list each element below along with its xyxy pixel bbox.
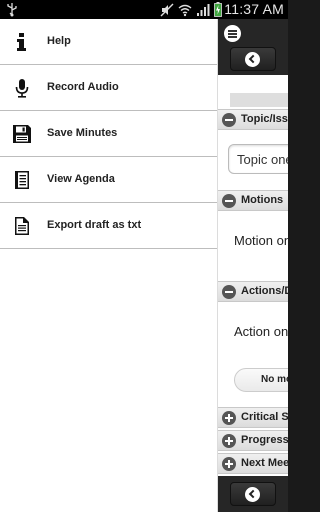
signal-icon (197, 3, 210, 16)
no-more-button-label: No more (261, 374, 288, 385)
drawer-item-help[interactable]: Help (0, 19, 217, 65)
chevron-left-icon (245, 52, 260, 67)
section-motions-body: Motion one (218, 211, 288, 281)
topic-field[interactable]: Topic one (228, 144, 288, 174)
action-text[interactable]: Action one (234, 324, 288, 339)
section-critical-title: Critical Success (241, 411, 288, 423)
drawer-item-record-audio[interactable]: Record Audio (0, 65, 217, 111)
section-motions-title: Motions (241, 194, 284, 206)
section-next-meeting-header[interactable]: Next Meeting (218, 453, 288, 474)
section-actions-title: Actions/Decisions (241, 285, 288, 297)
no-more-button[interactable]: No more (234, 368, 288, 392)
section-motions-header[interactable]: Motions (218, 190, 288, 211)
section-actions-body: Action one No more (218, 302, 288, 407)
expand-icon (222, 411, 236, 425)
usb-icon (7, 3, 17, 17)
status-bar: 11:37 AM (0, 0, 288, 19)
section-progress-title: Progress (241, 434, 288, 446)
background-app: Topic/Issue Topic one Motions Motion one… (218, 19, 288, 512)
drawer-item-save-minutes[interactable]: Save Minutes (0, 111, 217, 157)
section-topic-body: Topic one (218, 130, 288, 190)
footer-back-button[interactable] (230, 482, 276, 506)
info-icon (17, 33, 26, 51)
collapse-icon (222, 285, 236, 299)
chevron-left-icon (245, 487, 260, 502)
section-topic-title: Topic/Issue (241, 113, 288, 125)
wifi-icon (178, 4, 192, 16)
section-topic-header[interactable]: Topic/Issue (218, 109, 288, 130)
battery-charging-icon (214, 2, 222, 17)
mute-icon (160, 3, 174, 16)
app-footer (218, 476, 288, 512)
section-progress-header[interactable]: Progress (218, 430, 288, 451)
section-next-meeting-title: Next Meeting (241, 457, 288, 469)
drawer-item-label: Record Audio (47, 81, 119, 93)
drawer-item-label: Save Minutes (47, 127, 118, 139)
navigation-drawer: Help Record Audio Save Minutes View Agen… (0, 19, 218, 512)
section-actions-header[interactable]: Actions/Decisions (218, 281, 288, 302)
title-bar-placeholder (230, 93, 288, 107)
collapse-icon (222, 194, 236, 208)
section-critical-header[interactable]: Critical Success (218, 407, 288, 428)
status-icons (160, 2, 222, 17)
topic-field-text: Topic one (237, 152, 288, 167)
drawer-item-label: Export draft as txt (47, 219, 142, 231)
microphone-icon (15, 79, 29, 98)
drawer-item-export-draft[interactable]: Export draft as txt (0, 203, 217, 249)
book-icon (15, 171, 29, 189)
expand-icon (222, 457, 236, 471)
expand-icon (222, 434, 236, 448)
drawer-item-label: View Agenda (47, 173, 115, 185)
collapse-icon (222, 113, 236, 127)
drawer-item-view-agenda[interactable]: View Agenda (0, 157, 217, 203)
motion-text[interactable]: Motion one (234, 233, 288, 248)
menu-icon[interactable] (224, 25, 241, 42)
floppy-disk-icon (13, 125, 31, 143)
status-time: 11:37 AM (224, 1, 284, 17)
document-icon (15, 217, 29, 235)
back-button[interactable] (230, 47, 276, 71)
drawer-item-label: Help (47, 35, 71, 47)
app-header (218, 19, 288, 75)
